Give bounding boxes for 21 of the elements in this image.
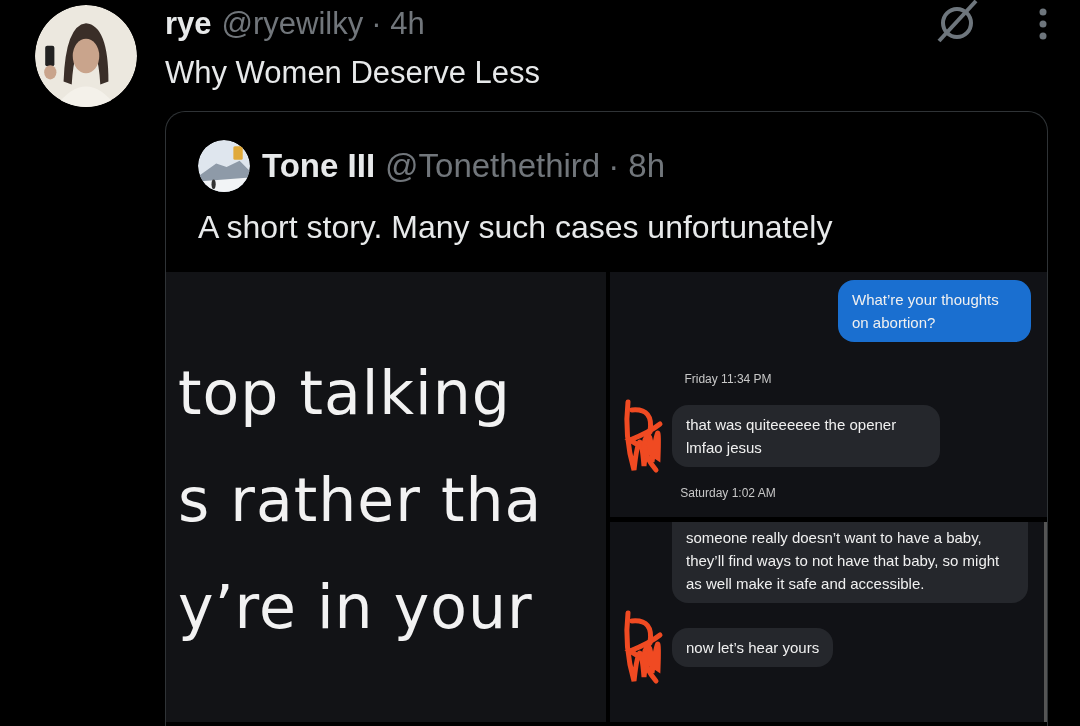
username[interactable]: @ryewilky [221, 6, 364, 42]
avatar[interactable] [198, 140, 250, 192]
caption-line: s rather tha [177, 464, 544, 537]
message-bubble: now let’s hear yours [672, 627, 834, 667]
caption-line: top talking [177, 357, 512, 430]
timestamp: Friday 11:34 PM [683, 372, 773, 386]
username[interactable]: @Tonethethird [385, 147, 601, 185]
message-bubble: that was quiteeeeee the opener lmfao jesus [672, 405, 940, 467]
quote-text: A short story. Many such cases unfortunately [197, 208, 834, 247]
caption-line: y’re in your [177, 571, 534, 644]
quote-card[interactable] [165, 111, 1048, 726]
message-bubble: What’re your thoughts on abortion? [838, 280, 1031, 342]
post-time[interactable]: · 4h [371, 6, 425, 42]
timestamp: Saturday 1:02 AM [679, 486, 777, 500]
display-name[interactable]: Tone III [262, 147, 376, 185]
post-time[interactable]: · 8h [608, 147, 666, 185]
avatar[interactable] [35, 5, 137, 107]
message-bubble: someone really doesn’t want to have a baby, they’ll find ways to not have that baby, so might as well make it safe and accessible. [672, 522, 1028, 603]
more-icon[interactable] [1038, 7, 1048, 41]
post-text: Why Women Deserve Less [165, 54, 541, 92]
display-name[interactable]: rye [165, 6, 212, 42]
